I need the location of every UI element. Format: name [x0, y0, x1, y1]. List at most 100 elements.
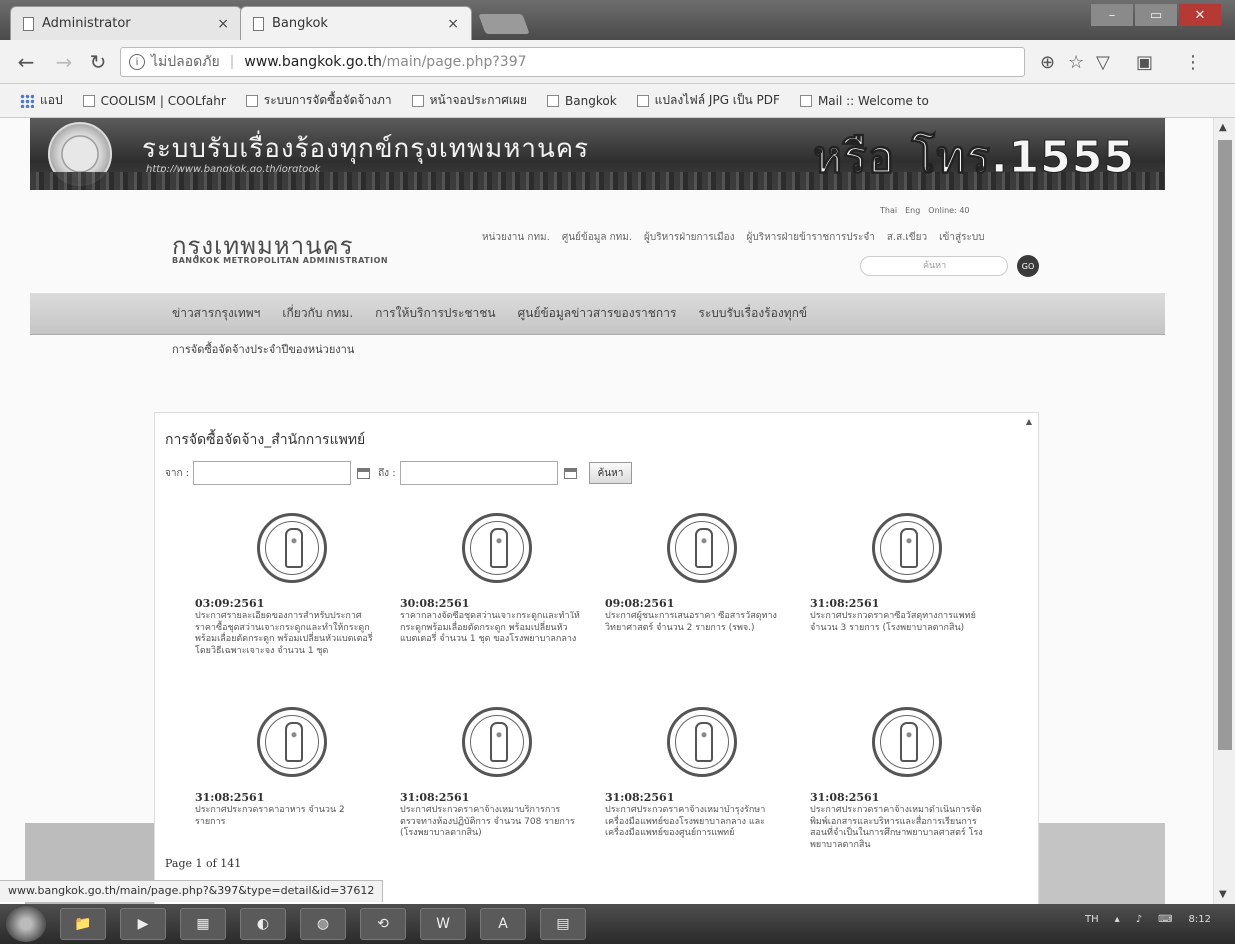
taskbar-explorer-icon[interactable]: 📁	[60, 908, 106, 940]
tab-administrator[interactable]: Administrator ×	[10, 6, 242, 40]
close-window-button[interactable]: ✕	[1179, 4, 1221, 26]
site-icon	[245, 94, 258, 107]
list-item[interactable]: 31:08:2561 ประกาศประกวดราคาจ้างเหมาบริกา…	[400, 707, 597, 895]
item-date[interactable]: 31:08:2561	[400, 791, 469, 804]
bookmark-announcement[interactable]: หน้าจอประกาศเผย	[411, 91, 527, 110]
tab-close-icon[interactable]: ×	[447, 16, 459, 32]
nav-about[interactable]: เกี่ยวกับ กทม.	[282, 304, 353, 323]
info-icon[interactable]: i	[129, 54, 145, 70]
item-date[interactable]: 31:08:2561	[605, 791, 674, 804]
tray-expand-icon[interactable]: ▴	[1115, 914, 1120, 925]
toplink-login[interactable]: เข้าสู่ระบบ	[939, 230, 984, 245]
maximize-button[interactable]: ▭	[1135, 4, 1177, 26]
item-title[interactable]: ประกาศประกวดราคาจ้างเหมาดำเนินการจัดพิมพ…	[810, 805, 990, 851]
extension-icon[interactable]: ▣	[1136, 52, 1153, 73]
list-item[interactable]: 09:08:2561 ประกาศผู้ชนะการเสนอราคา ซื้อส…	[605, 513, 802, 701]
bma-seal-icon	[257, 513, 327, 583]
list-item[interactable]: 03:09:2561 ประกาศรายละเอียดของการสำหรับป…	[195, 513, 392, 701]
taskbar-acrobat-icon[interactable]: A	[480, 908, 526, 940]
bma-seal-icon	[462, 707, 532, 777]
panel-scroll-up-icon[interactable]: ▲	[1026, 417, 1032, 426]
scrollbar-thumb[interactable]	[1218, 140, 1232, 750]
bma-seal-icon	[257, 707, 327, 777]
item-title[interactable]: ประกาศประกวดราคาอาหาร จำนวน 2 รายการ	[195, 805, 375, 828]
minimize-button[interactable]: –	[1091, 4, 1133, 26]
taskbar-chrome-icon[interactable]: ◐	[240, 908, 286, 940]
address-bar[interactable]: i ไม่ปลอดภัย | www.bangkok.go.th /main/p…	[120, 47, 1025, 77]
bookmark-star-icon[interactable]: ☆	[1068, 52, 1084, 73]
item-title[interactable]: ประกาศประกวดราคาจ้างเหมาบำรุงรักษาเครื่อ…	[605, 805, 785, 840]
list-item[interactable]: 31:08:2561 ประกาศประกวดราคาจ้างเหมาดำเนิ…	[810, 707, 1007, 895]
tab-title: Administrator	[42, 16, 131, 31]
list-item[interactable]: 31:08:2561 ประกาศประกวดราคาซื้อวัสดุทางก…	[810, 513, 1007, 701]
to-date-input[interactable]	[399, 461, 558, 485]
bookmark-apps[interactable]: แอป	[20, 91, 63, 110]
from-date-input[interactable]	[193, 461, 352, 485]
site-icon	[636, 94, 649, 107]
taskbar-media-icon[interactable]: ▶	[120, 908, 166, 940]
tab-close-icon[interactable]: ×	[217, 16, 229, 32]
page-scrollbar[interactable]: ▲ ▼	[1213, 118, 1235, 904]
site-search-input[interactable]: ค้นหา	[860, 256, 1008, 276]
keyboard-icon[interactable]: ⌨	[1158, 914, 1172, 925]
taskbar-calculator-icon[interactable]: ▦	[180, 908, 226, 940]
toplink-civil-exec[interactable]: ผู้บริหารฝ่ายข้าราชการประจำ	[746, 230, 874, 245]
to-label: ถึง :	[378, 467, 396, 479]
banner-title: ระบบรับเรื่องร้องทุกข์กรุงเทพมหานคร	[142, 134, 590, 164]
toplink-agencies[interactable]: หน่วยงาน กทม.	[482, 230, 550, 245]
start-button[interactable]	[6, 906, 46, 942]
toplink-info-center[interactable]: ศูนย์ข้อมูล กทม.	[562, 230, 632, 245]
item-date[interactable]: 31:08:2561	[810, 597, 879, 610]
list-item[interactable]: 30:08:2561 ราคากลางจัดซื้อชุดสว่านเจาะกร…	[400, 513, 597, 701]
new-tab-button[interactable]	[478, 14, 530, 34]
item-date[interactable]: 31:08:2561	[195, 791, 264, 804]
clock[interactable]: 8:12	[1189, 914, 1211, 925]
subnav-procurement[interactable]: การจัดซื้อจัดจ้างประจำปีของหน่วยงาน	[172, 340, 354, 358]
tab-bangkok[interactable]: Bangkok ×	[240, 6, 472, 40]
taskbar-sync-icon[interactable]: ⟲	[360, 908, 406, 940]
banner-url: http://www.bangkok.go.th/iorgtook	[146, 164, 321, 175]
bookmark-procurement[interactable]: ระบบการจัดซื้อจัดจ้างภา	[245, 91, 392, 110]
item-title[interactable]: ราคากลางจัดซื้อชุดสว่านเจาะกระดูกและทำให…	[400, 611, 580, 646]
list-item[interactable]: 31:08:2561 ประกาศประกวดราคาจ้างเหมาบำรุง…	[605, 707, 802, 895]
nav-info-center[interactable]: ศูนย์ข้อมูลข่าวสารของราชการ	[518, 304, 677, 323]
reload-icon[interactable]: ↻	[86, 50, 110, 74]
mail-icon	[799, 94, 812, 107]
item-title[interactable]: ประกาศรายละเอียดของการสำหรับประกาศราคาซื…	[195, 611, 375, 657]
toplink-political-exec[interactable]: ผู้บริหารฝ่ายการเมือง	[644, 230, 734, 245]
nav-services[interactable]: การให้บริการประชาชน	[375, 304, 495, 323]
forward-arrow-icon[interactable]: →	[52, 50, 76, 74]
bookmark-bangkok[interactable]: Bangkok	[547, 94, 617, 108]
scroll-up-icon[interactable]: ▲	[1219, 122, 1227, 133]
calendar-icon[interactable]	[563, 467, 577, 479]
lang-eng[interactable]: Eng	[905, 206, 920, 215]
taskbar-line-icon[interactable]: ◍	[300, 908, 346, 940]
taskbar-app-icon[interactable]: ▤	[540, 908, 586, 940]
shield-extension-icon[interactable]: ▽	[1096, 52, 1110, 73]
nav-complaints[interactable]: ระบบรับเรื่องร้องทุกข์	[698, 304, 807, 323]
scroll-down-icon[interactable]: ▼	[1219, 889, 1227, 900]
item-title[interactable]: ประกาศประกวดราคาจ้างเหมาบริการการตรวจทาง…	[400, 805, 580, 840]
calendar-icon[interactable]	[357, 467, 371, 479]
item-date[interactable]: 30:08:2561	[400, 597, 469, 610]
bookmark-mail[interactable]: Mail :: Welcome to	[799, 94, 929, 108]
bookmark-coolism[interactable]: COOLISM | COOLfahr	[82, 94, 226, 108]
nav-news[interactable]: ข่าวสารกรุงเทพฯ	[172, 304, 260, 323]
item-date[interactable]: 31:08:2561	[810, 791, 879, 804]
taskbar-word-icon[interactable]: W	[420, 908, 466, 940]
item-date[interactable]: 09:08:2561	[605, 597, 674, 610]
volume-icon[interactable]: ♪	[1136, 914, 1142, 925]
item-title[interactable]: ประกาศประกวดราคาซื้อวัสดุทางการแพทย์ จำน…	[810, 611, 990, 634]
lang-thai[interactable]: Thai	[880, 206, 897, 215]
back-arrow-icon[interactable]: ←	[14, 50, 38, 74]
complaint-banner[interactable]: ระบบรับเรื่องร้องทุกข์กรุงเทพมหานคร http…	[30, 118, 1165, 190]
item-title[interactable]: ประกาศผู้ชนะการเสนอราคา ซื้อสารวัสดุทางว…	[605, 611, 785, 634]
zoom-icon[interactable]: ⊕	[1040, 52, 1055, 73]
input-language[interactable]: TH	[1085, 914, 1099, 925]
item-date[interactable]: 03:09:2561	[195, 597, 264, 610]
bookmark-jpg-to-pdf[interactable]: แปลงไฟล์ JPG เป็น PDF	[636, 91, 780, 110]
toplink-council[interactable]: ส.ส.เขียว	[887, 230, 927, 245]
menu-icon[interactable]: ⋮	[1184, 52, 1202, 73]
site-search-button[interactable]: GO	[1017, 255, 1039, 277]
search-button[interactable]: ค้นหา	[588, 462, 633, 484]
